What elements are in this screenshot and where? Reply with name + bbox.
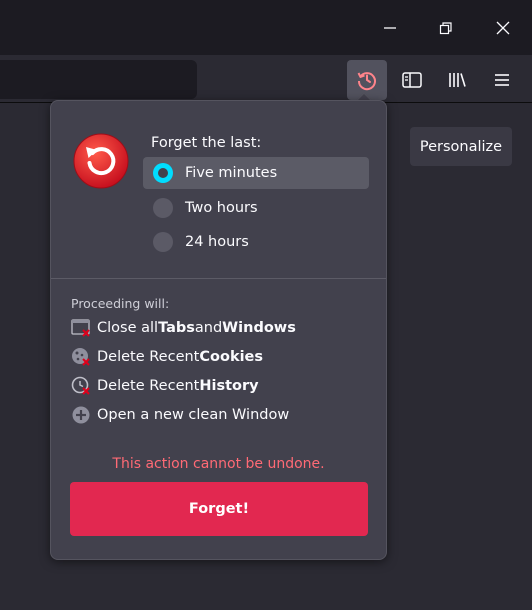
radio-five-minutes[interactable] <box>153 163 173 183</box>
restore-icon <box>439 21 452 34</box>
cookie-delete-icon <box>72 348 90 366</box>
option-label: Two hours <box>185 200 258 216</box>
library-icon <box>449 73 466 87</box>
history-delete-icon <box>71 376 90 395</box>
panel-divider <box>51 278 386 279</box>
library-button[interactable] <box>437 60 477 100</box>
hamburger-menu-icon <box>495 74 509 86</box>
radio-two-hours[interactable] <box>153 198 173 218</box>
option-label: 24 hours <box>185 234 249 250</box>
minimize-icon <box>384 26 396 29</box>
action-bold: Cookies <box>199 349 264 365</box>
option-24-hours[interactable]: 24 hours <box>143 226 369 258</box>
action-text: Close all <box>97 320 159 336</box>
url-bar[interactable] <box>0 60 197 99</box>
forget-toolbar-button[interactable] <box>347 60 387 100</box>
forget-panel: Forget the last: Five minutes Two hours … <box>50 100 387 560</box>
app-menu-button[interactable] <box>482 60 522 100</box>
close-window-button[interactable] <box>475 0 531 55</box>
forget-button[interactable]: Forget! <box>70 482 368 536</box>
action-bold: Windows <box>222 320 296 336</box>
close-icon <box>496 21 510 34</box>
action-bold: History <box>199 378 259 394</box>
close-window-icon <box>71 319 90 337</box>
warning-text: This action cannot be undone. <box>112 456 325 472</box>
sidebar-icon <box>402 72 422 88</box>
forget-history-icon <box>357 72 376 91</box>
action-text: Open a new clean Window <box>97 407 290 423</box>
option-label: Five minutes <box>185 165 278 181</box>
add-window-icon <box>72 406 90 424</box>
minimize-button[interactable] <box>362 0 418 55</box>
action-text-middle: and <box>194 320 223 336</box>
forget-the-last-label: Forget the last: <box>151 135 262 151</box>
personalize-button[interactable]: Personalize <box>410 127 512 166</box>
forget-logo-icon <box>73 133 129 189</box>
action-text: Delete Recent <box>97 378 200 394</box>
action-open-window: Open a new clean Window <box>71 404 289 426</box>
action-delete-history: Delete Recent History <box>71 375 259 397</box>
action-close-tabs: Close all Tabs and Windows <box>71 317 296 339</box>
sidebar-button[interactable] <box>392 60 432 100</box>
action-delete-cookies: Delete Recent Cookies <box>71 346 263 368</box>
action-text: Delete Recent <box>97 349 200 365</box>
title-bar <box>0 0 532 55</box>
option-two-hours[interactable]: Two hours <box>143 192 369 224</box>
radio-24-hours[interactable] <box>153 232 173 252</box>
option-five-minutes[interactable]: Five minutes <box>143 157 369 189</box>
restore-button[interactable] <box>418 0 474 55</box>
action-bold: Tabs <box>158 320 195 336</box>
proceeding-label: Proceeding will: <box>71 296 170 311</box>
